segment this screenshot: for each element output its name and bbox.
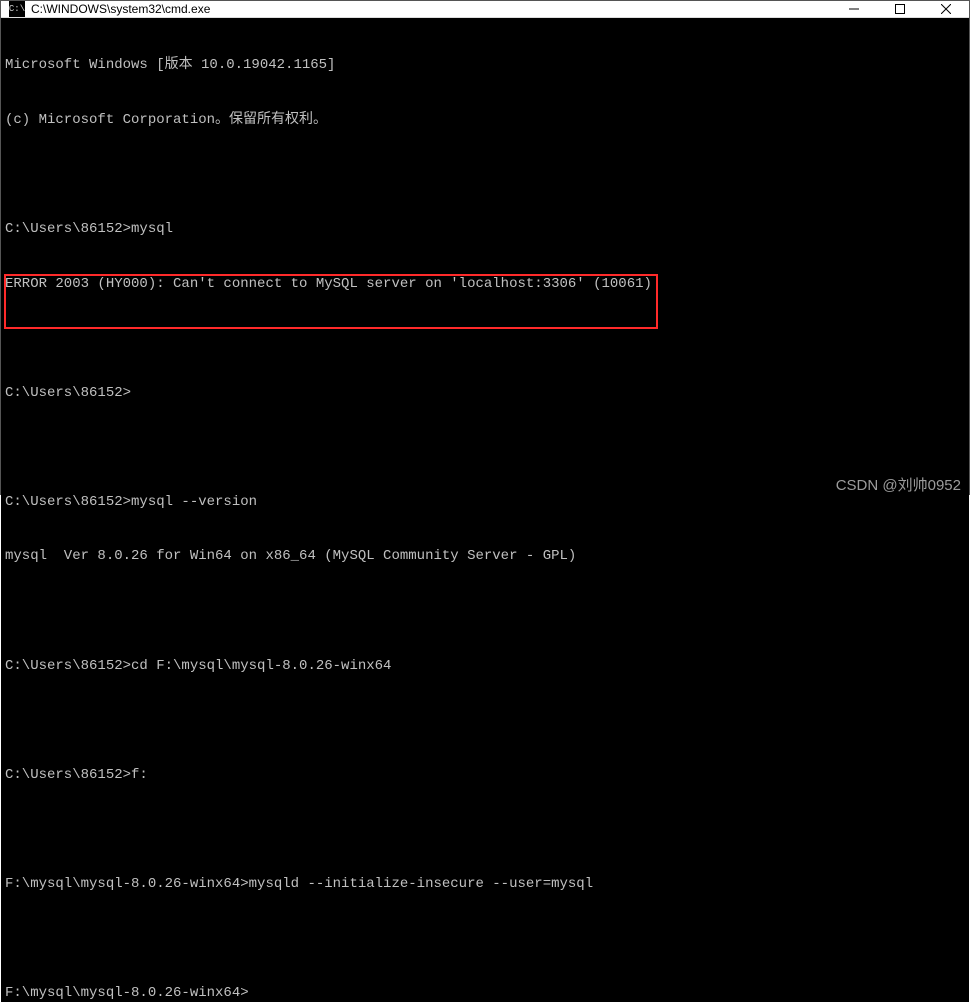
terminal-line [5,438,965,456]
terminal-line: C:\Users\86152>cd F:\mysql\mysql-8.0.26-… [5,657,965,675]
terminal-line: Microsoft Windows [版本 10.0.19042.1165] [5,56,965,74]
terminal-line: C:\Users\86152>f: [5,766,965,784]
terminal-line: ERROR 2003 (HY000): Can't connect to MyS… [5,275,965,293]
terminal-output[interactable]: Microsoft Windows [版本 10.0.19042.1165] (… [1,18,969,1002]
terminal-line: C:\Users\86152> [5,384,965,402]
titlebar[interactable]: C:\ C:\WINDOWS\system32\cmd.exe [1,1,969,18]
terminal-line [5,711,965,729]
terminal-line: (c) Microsoft Corporation。保留所有权利。 [5,111,965,129]
terminal-line: F:\mysql\mysql-8.0.26-winx64> [5,984,965,1002]
watermark: CSDN @刘帅0952 [836,474,961,495]
terminal-line [5,820,965,838]
terminal-line [5,929,965,947]
close-button[interactable] [923,1,969,17]
terminal-line [5,166,965,184]
terminal-line: C:\Users\86152>mysql [5,220,965,238]
cmd-window: C:\ C:\WINDOWS\system32\cmd.exe Microsof… [0,0,970,495]
terminal-line: mysql Ver 8.0.26 for Win64 on x86_64 (My… [5,547,965,565]
terminal-line [5,602,965,620]
maximize-button[interactable] [877,1,923,17]
cmd-icon: C:\ [9,1,25,17]
terminal-line: F:\mysql\mysql-8.0.26-winx64>mysqld --in… [5,875,965,893]
minimize-button[interactable] [831,1,877,17]
window-controls [831,1,969,17]
window-title: C:\WINDOWS\system32\cmd.exe [31,2,210,16]
terminal-line [5,329,965,347]
terminal-line: C:\Users\86152>mysql --version [5,493,965,511]
